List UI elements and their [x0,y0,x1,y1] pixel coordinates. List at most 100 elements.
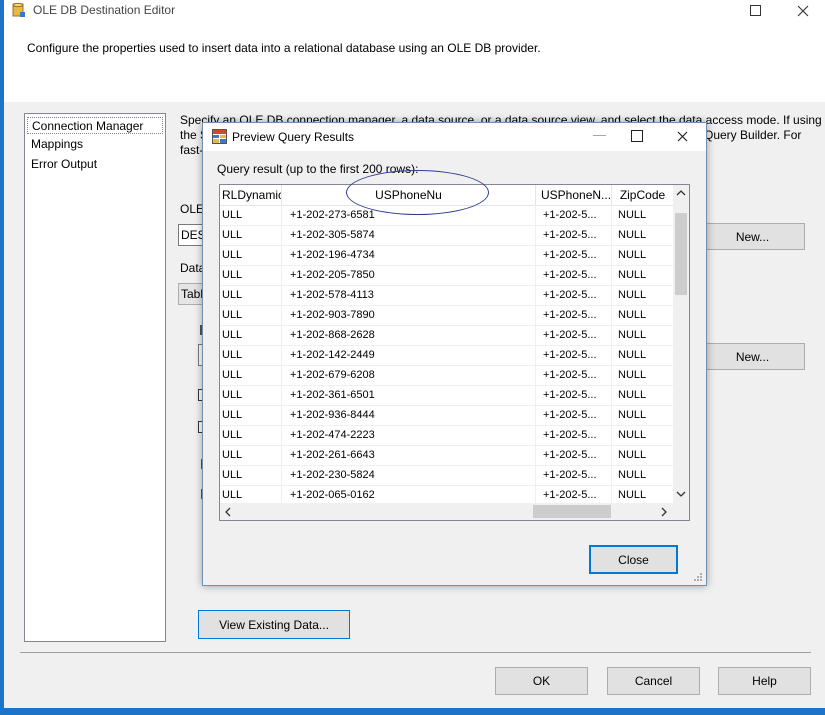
ok-button[interactable]: OK [495,667,588,695]
table-cell[interactable]: +1-202-5... [536,445,612,465]
table-cell[interactable]: +1-202-868-2628 [282,325,536,345]
table-cell[interactable]: +1-202-5... [536,325,612,345]
table-row[interactable]: ULL +1-202-474-2223 +1-202-5... NULL [220,425,673,446]
column-header[interactable]: RLDynamic [220,185,282,205]
table-cell[interactable]: +1-202-5... [536,365,612,385]
table-cell[interactable]: ULL [220,325,282,345]
table-cell[interactable]: NULL [612,425,673,445]
table-cell[interactable]: +1-202-305-5874 [282,225,536,245]
table-cell[interactable]: +1-202-5... [536,385,612,405]
close-window-button[interactable] [780,0,825,22]
table-cell[interactable]: +1-202-936-8444 [282,405,536,425]
table-row[interactable]: ULL +1-202-361-6501 +1-202-5... NULL [220,385,673,406]
table-cell[interactable]: ULL [220,485,282,505]
table-cell[interactable]: +1-202-5... [536,205,612,225]
vertical-scroll-thumb[interactable] [675,213,687,295]
table-cell[interactable]: +1-202-474-2223 [282,425,536,445]
table-cell[interactable]: ULL [220,225,282,245]
table-row[interactable]: ULL +1-202-868-2628 +1-202-5... NULL [220,325,673,346]
scroll-down-icon[interactable] [676,490,686,498]
maximize-button[interactable] [733,0,778,22]
scroll-right-icon[interactable] [660,507,668,517]
table-cell[interactable]: +1-202-261-6643 [282,445,536,465]
table-row[interactable]: ULL +1-202-578-4113 +1-202-5... NULL [220,285,673,306]
table-cell[interactable]: NULL [612,345,673,365]
table-cell[interactable]: +1-202-142-2449 [282,345,536,365]
table-row[interactable]: ULL +1-202-196-4734 +1-202-5... NULL [220,245,673,266]
close-button[interactable]: Close [589,545,678,574]
nav-item-error-output[interactable]: Error Output [31,157,97,171]
table-cell[interactable]: +1-202-065-0162 [282,485,536,505]
table-cell[interactable]: ULL [220,265,282,285]
table-cell[interactable]: NULL [612,225,673,245]
table-cell[interactable]: NULL [612,405,673,425]
table-cell[interactable]: ULL [220,245,282,265]
table-cell[interactable]: NULL [612,465,673,485]
nav-item-connection-manager[interactable]: Connection Manager [27,117,163,134]
table-cell[interactable]: NULL [612,445,673,465]
column-header[interactable]: USPhoneN... [536,185,612,205]
table-cell[interactable]: +1-202-230-5824 [282,465,536,485]
table-cell[interactable]: +1-202-5... [536,225,612,245]
table-cell[interactable]: NULL [612,285,673,305]
table-row[interactable]: ULL +1-202-305-5874 +1-202-5... NULL [220,225,673,246]
table-cell[interactable]: NULL [612,485,673,505]
table-cell[interactable]: NULL [612,205,673,225]
help-button[interactable]: Help [718,667,811,695]
table-row[interactable]: ULL +1-202-261-6643 +1-202-5... NULL [220,445,673,466]
table-cell[interactable]: +1-202-361-6501 [282,385,536,405]
table-cell[interactable]: NULL [612,245,673,265]
table-cell[interactable]: +1-202-5... [536,345,612,365]
view-existing-data-button[interactable]: View Existing Data... [198,610,350,639]
table-cell[interactable]: +1-202-5... [536,465,612,485]
table-cell[interactable]: +1-202-5... [536,485,612,505]
table-cell[interactable]: ULL [220,445,282,465]
table-row[interactable]: ULL +1-202-679-6208 +1-202-5... NULL [220,365,673,386]
table-row[interactable]: ULL +1-202-142-2449 +1-202-5... NULL [220,345,673,366]
table-cell[interactable]: +1-202-205-7850 [282,265,536,285]
table-cell[interactable]: +1-202-5... [536,265,612,285]
table-cell[interactable]: +1-202-5... [536,305,612,325]
table-cell[interactable]: NULL [612,365,673,385]
table-cell[interactable]: +1-202-5... [536,285,612,305]
table-cell[interactable]: +1-202-903-7890 [282,305,536,325]
table-cell[interactable]: ULL [220,385,282,405]
table-cell[interactable]: ULL [220,425,282,445]
scroll-left-icon[interactable] [224,507,232,517]
table-cell[interactable]: ULL [220,465,282,485]
table-row[interactable]: ULL +1-202-936-8444 +1-202-5... NULL [220,405,673,426]
horizontal-scroll-thumb[interactable] [533,505,611,518]
scroll-up-icon[interactable] [676,189,686,197]
table-cell[interactable]: NULL [612,325,673,345]
highlight-ellipse [346,170,489,215]
resize-grip-icon[interactable] [693,572,703,582]
table-row[interactable]: ULL +1-202-230-5824 +1-202-5... NULL [220,465,673,486]
table-cell[interactable]: +1-202-679-6208 [282,365,536,385]
table-cell[interactable]: ULL [220,405,282,425]
table-cell[interactable]: ULL [220,345,282,365]
table-cell[interactable]: ULL [220,365,282,385]
dialog-maximize-icon[interactable] [631,130,643,142]
table-row[interactable]: ULL +1-202-903-7890 +1-202-5... NULL [220,305,673,326]
table-cell[interactable]: +1-202-5... [536,245,612,265]
nav-item-mappings[interactable]: Mappings [31,137,83,151]
cancel-button[interactable]: Cancel [607,667,700,695]
table-cell[interactable]: +1-202-196-4734 [282,245,536,265]
dialog-close-icon[interactable] [677,131,688,142]
table-cell[interactable]: ULL [220,205,282,225]
table-cell[interactable]: +1-202-5... [536,405,612,425]
table-cell[interactable]: +1-202-5... [536,425,612,445]
horizontal-scrollbar[interactable] [220,503,673,520]
maximize-icon [749,5,761,16]
results-grid[interactable]: RLDynamic USPhoneNu USPhoneN... ZipCode … [219,184,690,521]
table-cell[interactable]: NULL [612,305,673,325]
table-cell[interactable]: NULL [612,385,673,405]
table-cell[interactable]: NULL [612,265,673,285]
column-header[interactable]: ZipCode [612,185,673,205]
table-cell[interactable]: ULL [220,305,282,325]
scroll-corner [673,503,689,520]
table-cell[interactable]: ULL [220,285,282,305]
table-row[interactable]: ULL +1-202-205-7850 +1-202-5... NULL [220,265,673,286]
table-cell[interactable]: +1-202-578-4113 [282,285,536,305]
vertical-scrollbar[interactable] [673,185,689,503]
